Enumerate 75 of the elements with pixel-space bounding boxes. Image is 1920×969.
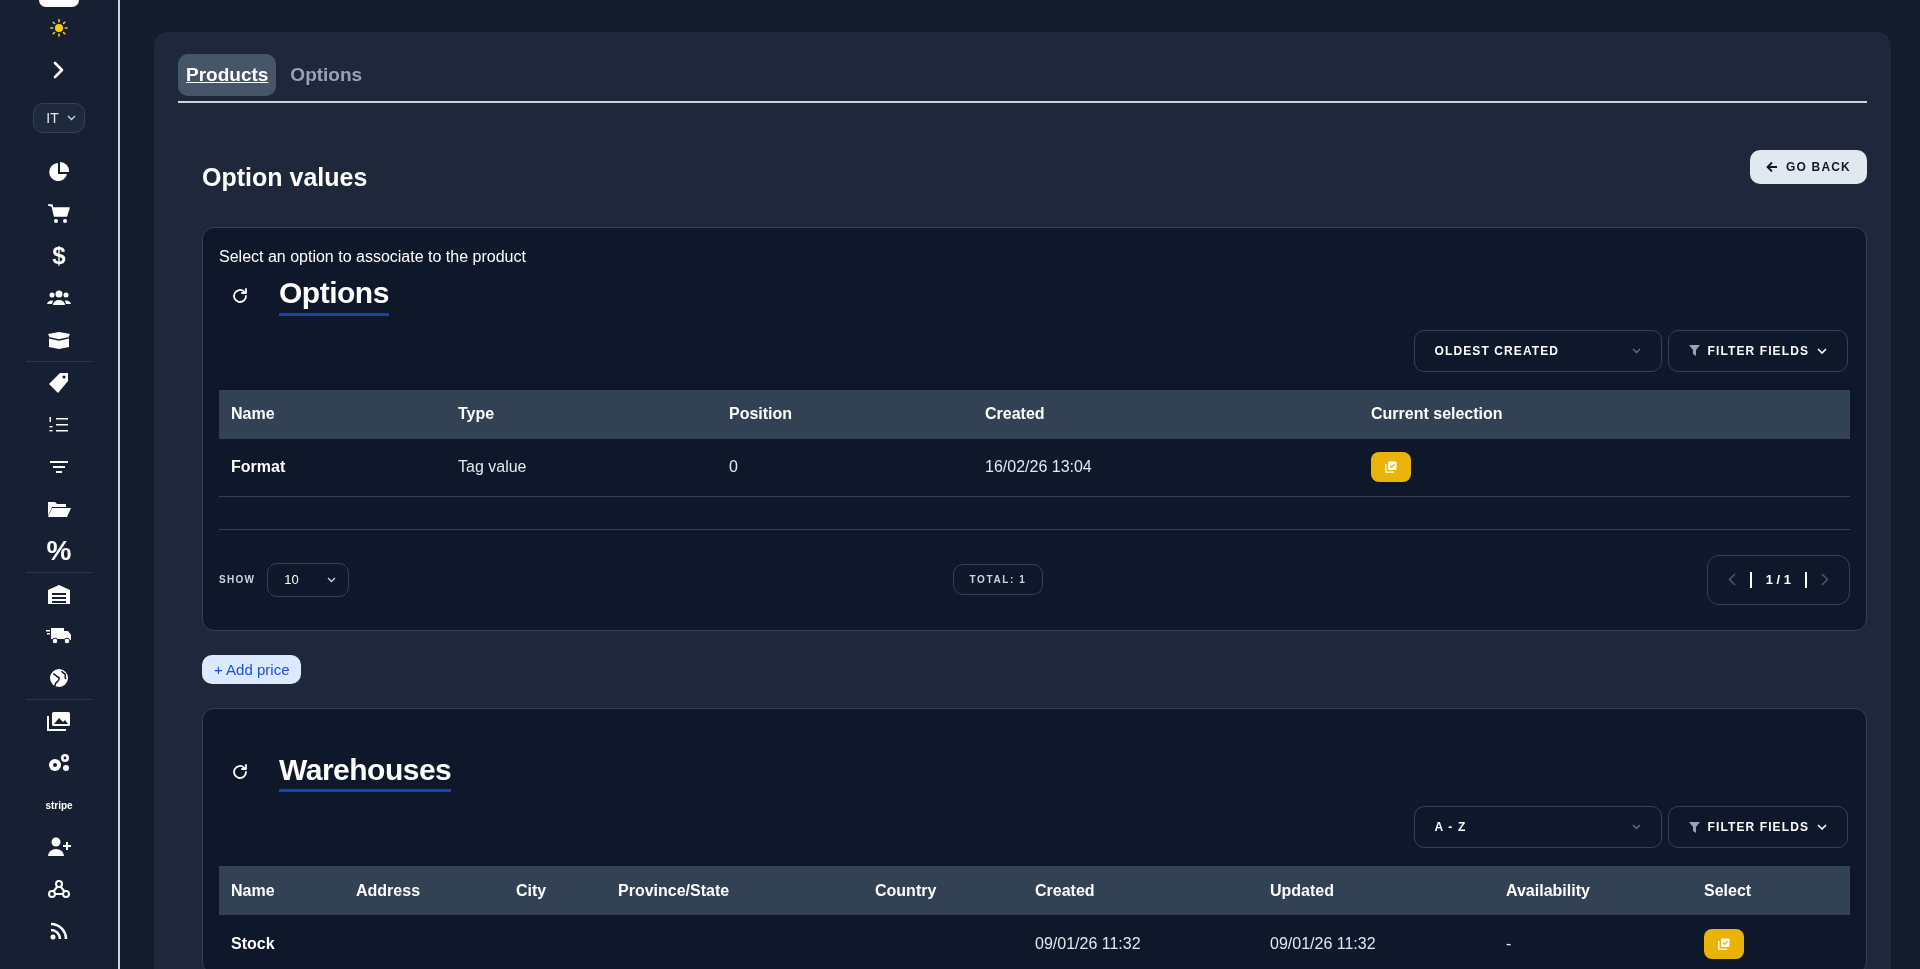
arrow-left-icon — [1765, 161, 1778, 173]
column-header: Type — [457, 405, 496, 423]
language-select[interactable]: IT — [33, 103, 85, 133]
show-label: SHOW — [219, 574, 256, 585]
tab[interactable]: Options — [282, 54, 371, 96]
page-title: Option values — [202, 163, 368, 192]
column-header: Current selection — [1370, 405, 1504, 423]
filter-icon — [1688, 345, 1700, 356]
truck-icon[interactable] — [46, 627, 72, 645]
column-header: Country — [874, 881, 938, 900]
rss-icon[interactable] — [50, 922, 68, 940]
sort-select[interactable]: OLDEST CREATED — [1413, 329, 1662, 372]
chevron-down-icon — [1631, 347, 1641, 354]
column-header: Position — [728, 405, 794, 423]
sun-icon[interactable] — [50, 19, 68, 37]
table-cell-text: 09/01/26 11:32 — [1269, 934, 1377, 953]
column-header: Name — [230, 881, 276, 900]
hint-text: Select an option to associate to the product — [219, 248, 527, 266]
box-icon[interactable] — [47, 331, 71, 349]
column-header: Name — [230, 405, 276, 423]
column-header: Address — [355, 881, 422, 900]
column-header: Created — [984, 405, 1046, 423]
stripe-label[interactable]: stripe — [45, 799, 73, 811]
page-size-select[interactable]: 10 — [267, 562, 350, 597]
chevron-down-icon — [1817, 824, 1827, 830]
sort-select[interactable]: A - Z — [1413, 806, 1662, 848]
folder-icon[interactable] — [47, 500, 71, 518]
table-cell-text: 09/01/26 11:32 — [1034, 934, 1142, 953]
people-icon[interactable] — [47, 289, 71, 307]
tag-icon[interactable] — [48, 372, 70, 394]
dollar-icon[interactable]: $ — [52, 244, 66, 268]
table-cell-text: 0 — [728, 458, 739, 476]
column-header: Updated — [1269, 881, 1335, 900]
select-button[interactable] — [1704, 928, 1744, 959]
column-header: Availability — [1505, 881, 1591, 900]
refresh-icon[interactable] — [231, 286, 249, 305]
chevron-down-icon — [1817, 347, 1827, 354]
table-cell-text: Format — [230, 458, 287, 476]
chevron-down-icon — [327, 576, 337, 583]
table-cell-text: 16/02/26 13:04 — [984, 458, 1093, 476]
sidebar-top-button[interactable] — [39, 0, 79, 7]
chevron-right-icon[interactable] — [52, 61, 66, 79]
table-cell-text: - — [1505, 934, 1513, 953]
user-plus-icon[interactable] — [47, 837, 71, 857]
filter-fields-button[interactable]: FILTER FIELDS — [1667, 329, 1848, 372]
column-header: Select — [1703, 881, 1753, 900]
section-title: Warehouses — [279, 752, 452, 792]
checked-copy-icon — [1385, 461, 1397, 473]
checked-copy-icon — [1718, 937, 1730, 950]
globe-icon[interactable] — [49, 668, 69, 688]
total-count: TOTAL: 1 — [952, 564, 1044, 595]
filter-icon — [1688, 821, 1700, 833]
go-back-button[interactable]: GO BACK — [1749, 150, 1867, 184]
select-button[interactable] — [1371, 452, 1411, 482]
page-indicator: 1 / 1 — [1765, 572, 1791, 587]
section-title: Options — [279, 276, 389, 316]
table-cell-text: Stock — [230, 934, 276, 953]
add-price-button[interactable]: + Add price — [202, 654, 302, 684]
refresh-icon[interactable] — [231, 763, 249, 782]
chevron-down-icon — [1631, 824, 1641, 830]
column-header: Created — [1034, 881, 1096, 900]
tab[interactable]: Products — [178, 54, 277, 96]
table-cell-text: Tag value — [457, 458, 528, 476]
webhook-icon[interactable] — [48, 879, 70, 899]
numbered-list-icon[interactable] — [49, 416, 69, 434]
filter-lines-icon[interactable] — [50, 461, 68, 473]
chevron-down-icon — [66, 115, 76, 121]
filter-fields-button[interactable]: FILTER FIELDS — [1667, 806, 1848, 848]
pie-chart-icon[interactable] — [48, 161, 70, 183]
images-icon[interactable] — [47, 711, 71, 731]
cart-icon[interactable] — [47, 204, 71, 224]
column-header: Province/State — [617, 881, 731, 900]
percent-icon[interactable]: % — [46, 537, 72, 565]
column-header: City — [515, 881, 548, 900]
warehouse-icon[interactable] — [47, 584, 71, 604]
